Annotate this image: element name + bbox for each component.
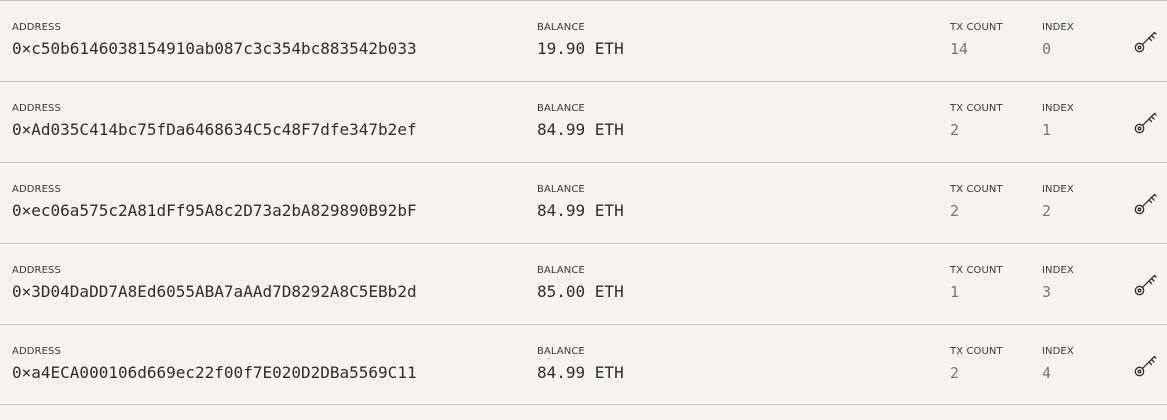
- index-value: 3: [1042, 283, 1052, 301]
- address-label: ADDRESS: [12, 22, 61, 33]
- account-row: ADDRESS 0×c50b6146038154910ab087c3c354bc…: [0, 0, 1167, 81]
- index-label: INDEX: [1042, 346, 1074, 357]
- index-label: INDEX: [1042, 22, 1074, 33]
- tx-count-label: TX COUNT: [950, 22, 1003, 33]
- balance-value: 84.99 ETH: [537, 120, 624, 139]
- address-value: 0×ec06a575c2A81dFf95A8c2D73a2bA829890B92…: [12, 201, 417, 220]
- account-row: ADDRESS 0×a4ECA000106d669ec22f00f7E020D2…: [0, 324, 1167, 405]
- key-icon: [1134, 31, 1157, 53]
- show-keys-button[interactable]: [1131, 269, 1161, 299]
- tx-count-label: TX COUNT: [950, 184, 1003, 195]
- balance-value: 85.00 ETH: [537, 282, 624, 301]
- index-value: 2: [1042, 202, 1052, 220]
- show-keys-button[interactable]: [1131, 188, 1161, 218]
- show-keys-button[interactable]: [1131, 350, 1161, 380]
- key-icon: [1134, 193, 1157, 215]
- account-row: ADDRESS 0×Ad035C414bc75fDa6468634C5c48F7…: [0, 81, 1167, 162]
- key-icon: [1134, 355, 1157, 377]
- tx-count-value: 2: [950, 364, 960, 382]
- account-row: ADDRESS 0×3D04DaDD7A8Ed6055ABA7aAAd7D829…: [0, 243, 1167, 324]
- tx-count-label: TX COUNT: [950, 103, 1003, 114]
- address-value: 0×3D04DaDD7A8Ed6055ABA7aAAd7D8292A8C5EBb…: [12, 282, 417, 301]
- address-value: 0×a4ECA000106d669ec22f00f7E020D2DBa5569C…: [12, 363, 417, 382]
- balance-label: BALANCE: [537, 346, 585, 357]
- tx-count-label: TX COUNT: [950, 265, 1003, 276]
- address-label: ADDRESS: [12, 103, 61, 114]
- address-label: ADDRESS: [12, 346, 61, 357]
- index-value: 1: [1042, 121, 1052, 139]
- key-icon: [1134, 112, 1157, 134]
- address-value: 0×c50b6146038154910ab087c3c354bc883542b0…: [12, 39, 417, 58]
- address-label: ADDRESS: [12, 265, 61, 276]
- account-row: ADDRESS 0×ec06a575c2A81dFf95A8c2D73a2bA8…: [0, 162, 1167, 243]
- tx-count-value: 2: [950, 202, 960, 220]
- accounts-list: ADDRESS 0×c50b6146038154910ab087c3c354bc…: [0, 0, 1167, 420]
- balance-value: 19.90 ETH: [537, 39, 624, 58]
- address-label: ADDRESS: [12, 184, 61, 195]
- index-label: INDEX: [1042, 265, 1074, 276]
- balance-label: BALANCE: [537, 265, 585, 276]
- index-value: 0: [1042, 40, 1052, 58]
- balance-value: 84.99 ETH: [537, 363, 624, 382]
- index-label: INDEX: [1042, 103, 1074, 114]
- balance-label: BALANCE: [537, 22, 585, 33]
- tx-count-label: TX COUNT: [950, 346, 1003, 357]
- tx-count-value: 14: [950, 40, 969, 58]
- balance-label: BALANCE: [537, 103, 585, 114]
- address-value: 0×Ad035C414bc75fDa6468634C5c48F7dfe347b2…: [12, 120, 417, 139]
- key-icon: [1134, 274, 1157, 296]
- tx-count-value: 1: [950, 283, 960, 301]
- index-value: 4: [1042, 364, 1052, 382]
- index-label: INDEX: [1042, 184, 1074, 195]
- tx-count-value: 2: [950, 121, 960, 139]
- balance-label: BALANCE: [537, 184, 585, 195]
- balance-value: 84.99 ETH: [537, 201, 624, 220]
- show-keys-button[interactable]: [1131, 107, 1161, 137]
- show-keys-button[interactable]: [1131, 26, 1161, 56]
